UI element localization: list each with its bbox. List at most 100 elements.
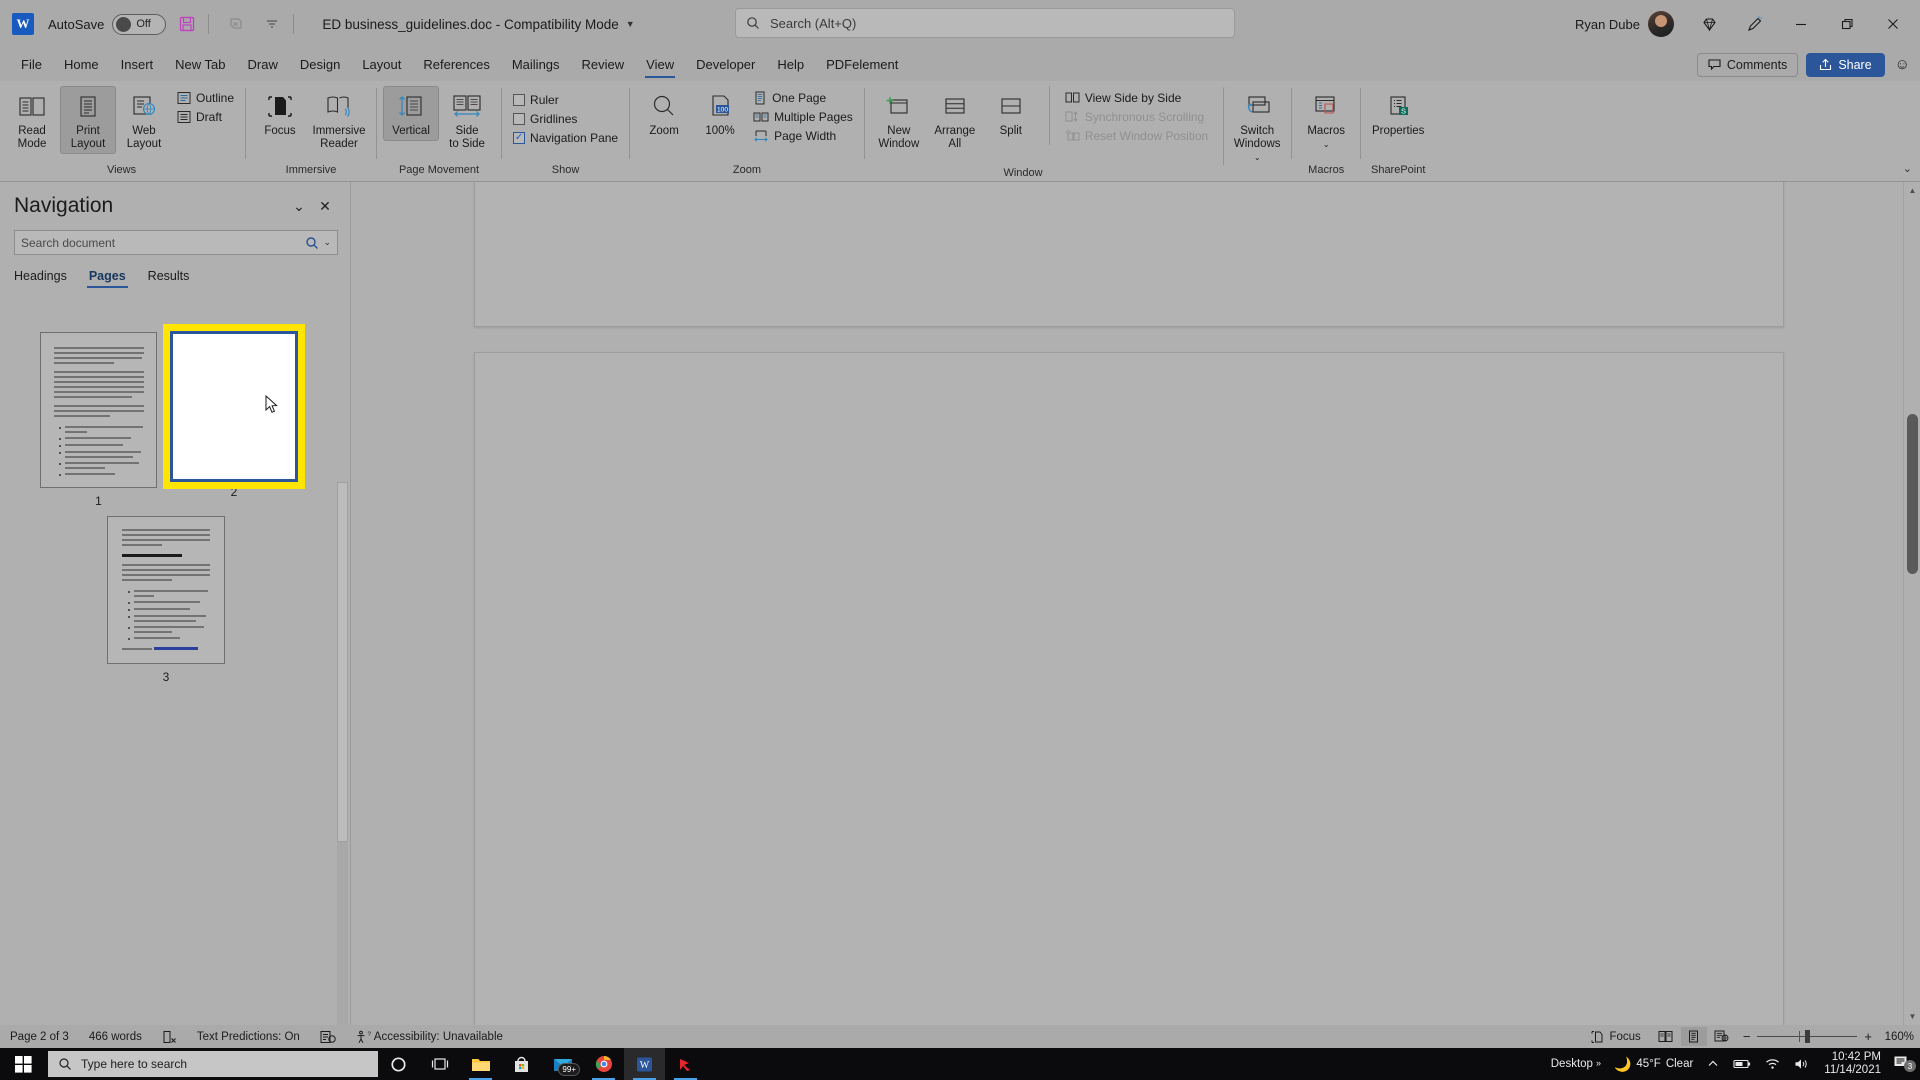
navigation-scrollbar[interactable]	[337, 482, 348, 1080]
outline-button[interactable]: Outline	[172, 88, 239, 107]
tab-mailings[interactable]: Mailings	[501, 51, 571, 78]
zoom-button[interactable]: Zoom	[636, 86, 692, 141]
navigation-search-input[interactable]: Search document ⌄	[14, 230, 338, 255]
text-predictions-status[interactable]: Text Predictions: On	[187, 1031, 310, 1043]
multiple-pages-button[interactable]: Multiple Pages	[748, 107, 858, 126]
new-window-button[interactable]: New Window	[871, 86, 927, 154]
snagit-icon[interactable]	[665, 1048, 706, 1080]
draft-button[interactable]: Draft	[172, 107, 239, 126]
battery-icon[interactable]	[1726, 1058, 1758, 1070]
print-layout-view-button[interactable]	[1680, 1027, 1707, 1046]
view-side-by-side-button[interactable]: View Side by Side	[1060, 88, 1213, 107]
minimize-button[interactable]	[1778, 0, 1824, 48]
diamond-icon[interactable]	[1686, 0, 1732, 48]
navigation-search-caret-icon[interactable]: ⌄	[323, 237, 331, 248]
document-scrollbar-thumb[interactable]	[1907, 414, 1918, 574]
read-mode-view-button[interactable]	[1653, 1027, 1679, 1046]
immersive-reader-button[interactable]: Immersive Reader	[308, 86, 370, 154]
tab-file[interactable]: File	[10, 51, 53, 78]
nav-tab-pages[interactable]: Pages	[86, 269, 128, 288]
document-page-2[interactable]	[474, 352, 1784, 1025]
accessibility-status[interactable]: ? Accessibility: Unavailable	[346, 1030, 513, 1044]
task-view-icon[interactable]	[419, 1048, 460, 1080]
tab-developer[interactable]: Developer	[685, 51, 766, 78]
close-button[interactable]	[1870, 0, 1916, 48]
tab-references[interactable]: References	[412, 51, 500, 78]
navigation-pane-checkbox[interactable]: ✓ Navigation Pane	[508, 128, 623, 147]
nav-tab-headings[interactable]: Headings	[14, 269, 67, 288]
share-button[interactable]: Share	[1806, 52, 1885, 77]
search-magnifier-icon[interactable]	[305, 236, 319, 250]
mail-icon[interactable]: 99+	[542, 1048, 583, 1080]
weather-widget[interactable]: 🌙 45°F Clear	[1607, 1056, 1700, 1073]
text-predictions-icon[interactable]	[310, 1030, 346, 1044]
tab-draw[interactable]: Draw	[237, 51, 289, 78]
document-canvas[interactable]: ▲ ▼	[352, 182, 1920, 1025]
tab-pdfelement[interactable]: PDFelement	[815, 51, 909, 78]
zoom-out-icon[interactable]: −	[1743, 1029, 1751, 1044]
navigation-close-icon[interactable]: ✕	[312, 194, 338, 218]
page-width-button[interactable]: Page Width	[748, 126, 858, 145]
save-icon[interactable]	[172, 9, 202, 39]
tab-design[interactable]: Design	[289, 51, 351, 78]
document-scrollbar[interactable]: ▲ ▼	[1903, 182, 1920, 1025]
desktop-peek-button[interactable]: Desktop »	[1545, 1058, 1607, 1070]
vertical-button[interactable]: Vertical	[383, 86, 440, 141]
print-layout-button[interactable]: Print Layout	[60, 86, 116, 154]
google-chrome-icon[interactable]	[583, 1048, 624, 1080]
file-explorer-icon[interactable]	[460, 1048, 501, 1080]
zoom-slider-track[interactable]	[1757, 1030, 1858, 1043]
microsoft-store-icon[interactable]	[501, 1048, 542, 1080]
nav-tab-results[interactable]: Results	[148, 269, 190, 288]
cortana-icon[interactable]	[378, 1048, 419, 1080]
zoom-slider-grip[interactable]	[1805, 1030, 1811, 1043]
customize-quick-access-icon[interactable]	[257, 9, 287, 39]
taskbar-search-input[interactable]: Type here to search	[48, 1051, 378, 1077]
page-indicator[interactable]: Page 2 of 3	[0, 1031, 79, 1043]
web-layout-view-button[interactable]	[1709, 1027, 1735, 1046]
avatar[interactable]	[1648, 11, 1674, 37]
zoom-slider[interactable]: − +	[1743, 1029, 1872, 1044]
web-layout-button[interactable]: Web Layout	[116, 86, 172, 154]
arrange-all-button[interactable]: Arrange All	[927, 86, 983, 154]
feedback-smiley-icon[interactable]: ☺	[1895, 56, 1910, 73]
proofing-errors-icon[interactable]	[152, 1030, 187, 1044]
wifi-icon[interactable]	[1758, 1058, 1787, 1070]
navigation-scrollbar-thumb[interactable]	[337, 482, 348, 842]
undo-icon[interactable]	[221, 9, 251, 39]
macros-button[interactable]: Macros ⌄	[1298, 86, 1354, 154]
pen-highlight-icon[interactable]	[1732, 0, 1778, 48]
tab-review[interactable]: Review	[571, 51, 636, 78]
scroll-down-arrow-icon[interactable]: ▼	[1904, 1008, 1920, 1025]
show-hidden-icons-icon[interactable]	[1700, 1058, 1726, 1070]
windows-start-icon[interactable]	[0, 1048, 46, 1080]
tab-insert[interactable]: Insert	[110, 51, 165, 78]
word-count[interactable]: 466 words	[79, 1031, 152, 1043]
zoom-in-icon[interactable]: +	[1864, 1029, 1872, 1044]
properties-button[interactable]: S Properties	[1367, 86, 1429, 141]
volume-icon[interactable]	[1787, 1058, 1816, 1070]
scroll-up-arrow-icon[interactable]: ▲	[1904, 182, 1920, 199]
taskbar-clock[interactable]: 10:42 PM 11/14/2021	[1816, 1051, 1889, 1077]
one-page-button[interactable]: One Page	[748, 88, 858, 107]
tab-new-tab[interactable]: New Tab	[164, 51, 236, 78]
page-thumbnail-3[interactable]: 3	[107, 516, 225, 684]
ruler-checkbox[interactable]: Ruler	[508, 90, 623, 109]
zoom-100-button[interactable]: 100 100%	[692, 86, 748, 141]
gridlines-checkbox[interactable]: Gridlines	[508, 109, 623, 128]
comments-button[interactable]: Comments	[1696, 52, 1799, 77]
navigation-dropdown-icon[interactable]: ⌄	[286, 194, 312, 218]
focus-button[interactable]: Focus	[252, 86, 308, 141]
notifications-button[interactable]: 3	[1889, 1055, 1920, 1073]
split-button[interactable]: Split	[983, 86, 1039, 141]
page-thumbnail-2[interactable]: 2	[163, 324, 305, 499]
microsoft-word-icon[interactable]: W	[624, 1048, 665, 1080]
tab-home[interactable]: Home	[53, 51, 110, 78]
tab-layout[interactable]: Layout	[351, 51, 412, 78]
switch-windows-button[interactable]: Switch Windows ⌄	[1223, 86, 1285, 167]
title-dropdown-icon[interactable]: ▼	[626, 19, 635, 29]
focus-mode-button[interactable]: Focus	[1581, 1030, 1650, 1044]
restore-button[interactable]	[1824, 0, 1870, 48]
tab-help[interactable]: Help	[766, 51, 815, 78]
read-mode-button[interactable]: Read Mode	[4, 86, 60, 154]
